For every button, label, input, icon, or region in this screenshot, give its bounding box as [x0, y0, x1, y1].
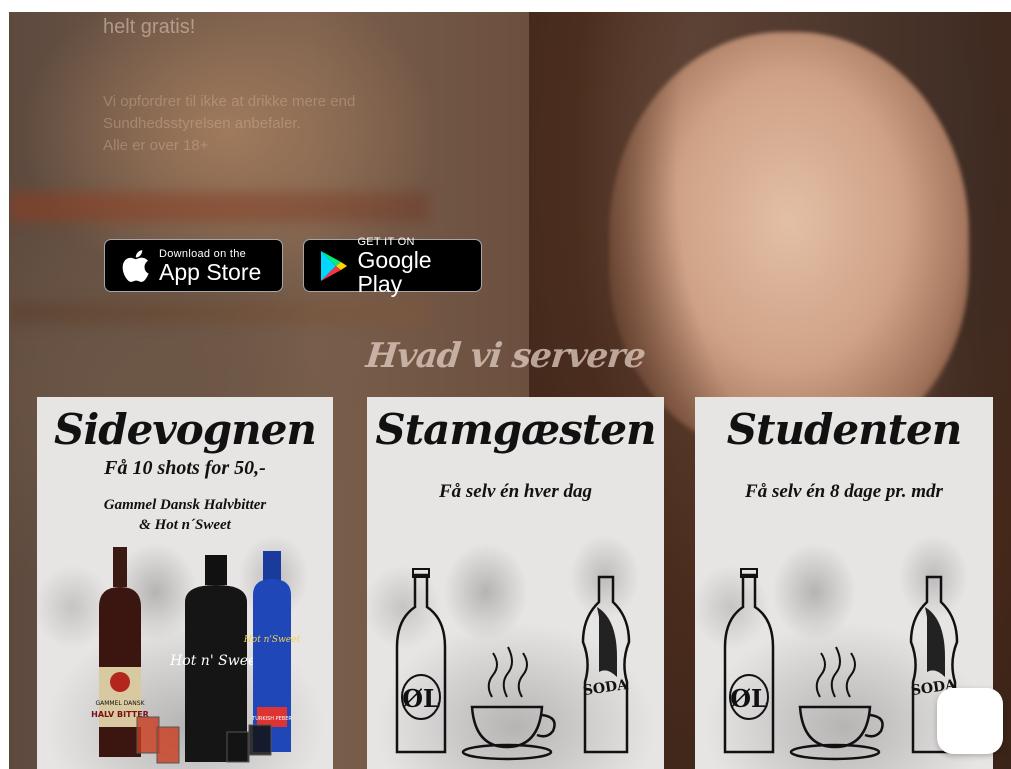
card-title: Sidevognen	[54, 405, 317, 454]
google-play-big-text: Google Play	[357, 246, 432, 297]
app-store-small-text: Download on the	[159, 247, 247, 260]
bottle-label-text: ØL	[730, 684, 768, 713]
card-title: Stamgæsten	[375, 405, 656, 454]
liquor-bottles-image: GAMMEL DANSK HALV BITTER Hot n' Sweet Ho…	[91, 547, 301, 764]
bottle-label-text: Hot n' Sweet	[169, 653, 262, 669]
intro-headline: helt gratis!	[103, 16, 196, 38]
card-description-line: & Hot n´Sweet	[139, 517, 231, 533]
card-description-line: Gammel Dansk Halvbitter	[103, 497, 267, 513]
beer-coffee-soda-drawing: ØL SODA	[395, 568, 631, 761]
card-offer: Få 10 shots for 50,-	[104, 457, 266, 479]
section-title: Hvad vi servere	[364, 336, 647, 376]
app-store-big-text: App Store	[159, 258, 262, 285]
bottle-label-text: TURKISH PEBER	[251, 716, 292, 722]
card-sidevognen[interactable]: Sidevognen Få 10 shots for 50,- Gammel D…	[37, 397, 333, 769]
card-offer: Få selv én 8 dage pr. mdr	[745, 481, 943, 502]
intro-paragraph: Vi opfordrer til ikke at drikke mere end…	[103, 91, 443, 157]
bar-shelf-blur	[9, 302, 429, 324]
google-play-icon	[314, 250, 353, 282]
bottle-label-text: SODA	[582, 677, 630, 699]
bar-shelf-blur	[9, 192, 429, 222]
bottle-label-text: GAMMEL DANSK	[96, 700, 146, 707]
google-play-button[interactable]: GET IT ON Google Play	[303, 235, 482, 296]
google-play-small-text: GET IT ON	[357, 235, 415, 248]
intro-paragraph-line: Sundhedsstyrelsen anbefaler.	[103, 115, 301, 132]
app-store-button[interactable]: Download on the App Store	[104, 239, 283, 292]
apple-icon	[115, 249, 155, 283]
intro-paragraph-line: Alle er over 18+	[103, 137, 209, 154]
intro-text: helt gratis! Vi opfordrer til ikke at dr…	[103, 16, 443, 157]
bottle-label-text: Hot n'Sweet	[243, 635, 301, 645]
card-offer: Få selv én hver dag	[438, 481, 593, 502]
card-description: Gammel Dansk Halvbitter & Hot n´Sweet	[37, 495, 333, 535]
card-stamgaesten[interactable]: Stamgæsten Få selv én hver dag ØL SODA	[367, 397, 664, 769]
chat-widget-button[interactable]	[937, 688, 1003, 754]
card-title: Studenten	[726, 405, 963, 454]
intro-paragraph-line: Vi opfordrer til ikke at drikke mere end	[103, 93, 356, 110]
bottle-label-text: ØL	[402, 684, 440, 713]
